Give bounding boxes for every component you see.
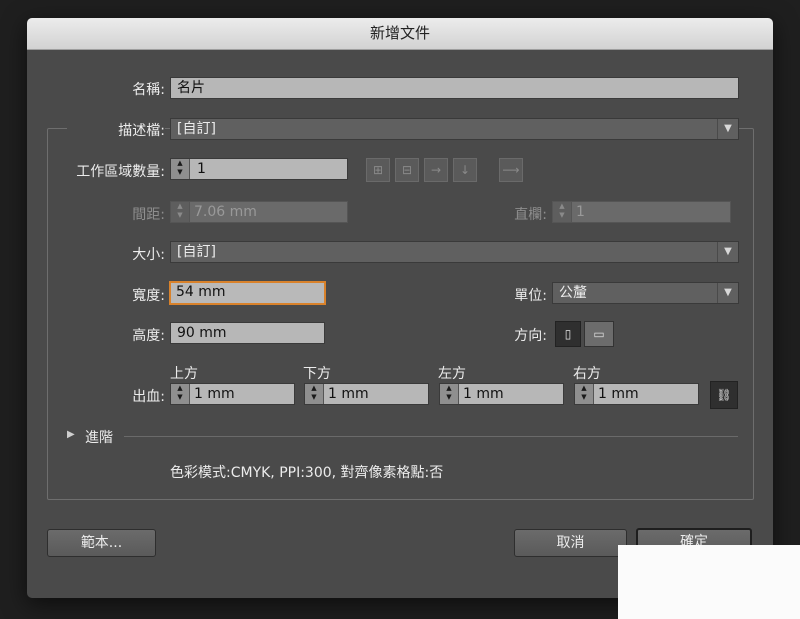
artboards-label: 工作區域數量: [76, 164, 165, 180]
bleed-bottom-value: 1 mm [328, 386, 369, 402]
new-document-dialog: 新增文件 名稱: 名片 描述檔: [自訂] ▼ 工作區域數量: ▲ ▼ 1 ⊞ ⊟… [27, 18, 773, 598]
settings-summary: 色彩模式:CMYK, PPI:300, 對齊像素格點:否 [170, 465, 444, 481]
width-label: 寬度: [132, 288, 165, 304]
bleed-right-stepper[interactable]: ▲ ▼ 1 mm [574, 383, 699, 405]
bleed-left-label: 左方 [438, 366, 466, 382]
orientation-label: 方向: [514, 328, 547, 344]
bleed-top-stepper[interactable]: ▲ ▼ 1 mm [170, 383, 295, 405]
bleed-right-value: 1 mm [598, 386, 639, 402]
name-label: 名稱: [132, 82, 165, 98]
stepper-arrows-icon[interactable]: ▲ ▼ [171, 202, 190, 222]
grid-by-column-icon[interactable]: ⊟ [395, 158, 419, 182]
columns-label: 直欄: [514, 207, 547, 223]
bleed-left-stepper[interactable]: ▲ ▼ 1 mm [439, 383, 564, 405]
bleed-label: 出血: [132, 389, 165, 405]
height-field[interactable]: 90 mm [170, 322, 325, 344]
units-label: 單位: [514, 288, 547, 304]
link-icon[interactable]: ⛓ [710, 381, 738, 409]
profile-label: 描述檔: [67, 120, 165, 140]
profile-value: [自訂] [177, 121, 216, 137]
name-field[interactable]: 名片 [170, 77, 739, 99]
artboards-value: 1 [197, 161, 206, 177]
spacing-stepper[interactable]: ▲ ▼ 7.06 mm [170, 201, 348, 223]
profile-dropdown[interactable]: [自訂] ▼ [170, 118, 739, 140]
chevron-down-icon: ▼ [717, 283, 738, 303]
bleed-top-value: 1 mm [194, 386, 235, 402]
arrange-by-column-icon[interactable]: ↓ [453, 158, 477, 182]
spacing-label: 間距: [132, 207, 165, 223]
width-field[interactable]: 54 mm [169, 281, 326, 305]
dialog-title: 新增文件 [27, 18, 773, 50]
spacing-value: 7.06 mm [194, 204, 257, 220]
bleed-bottom-stepper[interactable]: ▲ ▼ 1 mm [304, 383, 429, 405]
size-label: 大小: [132, 247, 165, 263]
disclosure-triangle-icon[interactable]: ▶ [67, 429, 75, 440]
bleed-left-value: 1 mm [463, 386, 504, 402]
stepper-arrows-icon[interactable]: ▲ ▼ [575, 384, 594, 404]
landscape-icon[interactable]: ▭ [584, 321, 614, 347]
artboards-stepper[interactable]: ▲ ▼ 1 [170, 158, 348, 180]
stepper-arrows-icon[interactable]: ▲ ▼ [171, 159, 190, 179]
grid-by-row-icon[interactable]: ⊞ [366, 158, 390, 182]
size-dropdown[interactable]: [自訂] ▼ [170, 241, 739, 263]
advanced-separator [124, 436, 738, 437]
arrange-by-row-icon[interactable]: → [424, 158, 448, 182]
columns-stepper[interactable]: ▲ ▼ 1 [552, 201, 731, 223]
units-dropdown[interactable]: 公釐 ▼ [552, 282, 739, 304]
profile-group-box [47, 128, 754, 500]
height-label: 高度: [132, 328, 165, 344]
bleed-right-label: 右方 [573, 366, 601, 382]
chevron-down-icon: ▼ [717, 119, 738, 139]
bleed-bottom-label: 下方 [303, 366, 331, 382]
chevron-down-icon: ▼ [717, 242, 738, 262]
templates-button[interactable]: 範本... [47, 529, 156, 557]
right-to-left-icon[interactable]: ⟶ [499, 158, 523, 182]
stepper-arrows-icon[interactable]: ▲ ▼ [171, 384, 190, 404]
stepper-arrows-icon[interactable]: ▲ ▼ [440, 384, 459, 404]
units-value: 公釐 [559, 285, 587, 301]
advanced-label[interactable]: 進階 [85, 427, 113, 447]
watermark-overlay [618, 545, 800, 619]
bleed-top-label: 上方 [170, 366, 198, 382]
stepper-arrows-icon[interactable]: ▲ ▼ [553, 202, 572, 222]
stepper-arrows-icon[interactable]: ▲ ▼ [305, 384, 324, 404]
columns-value: 1 [576, 204, 585, 220]
size-value: [自訂] [177, 244, 216, 260]
cancel-button[interactable]: 取消 [514, 529, 627, 557]
portrait-icon[interactable]: ▯ [555, 321, 581, 347]
